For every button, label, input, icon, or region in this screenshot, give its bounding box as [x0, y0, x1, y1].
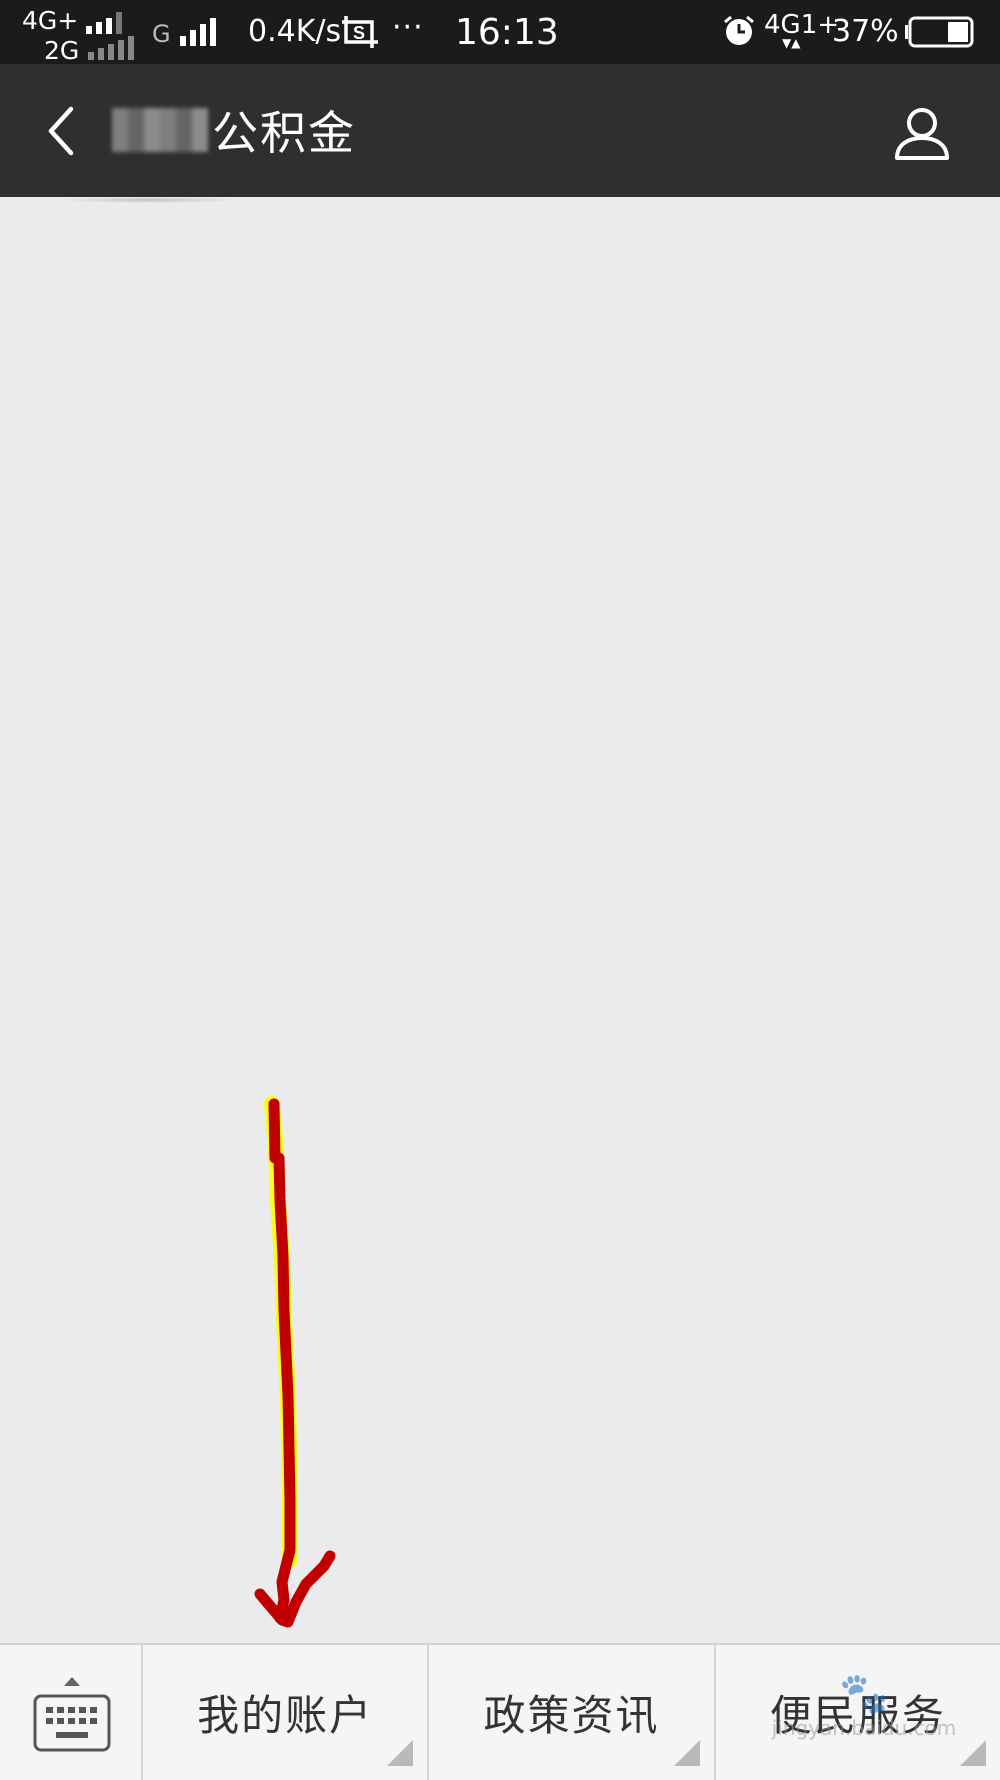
network-type-2: 2G: [44, 36, 80, 65]
signal-strength-2-icon: [88, 36, 134, 60]
network-type-4: 4G1+: [764, 10, 840, 40]
person-icon: [895, 108, 949, 160]
menu-item-label: 政策资讯: [483, 1691, 660, 1740]
more-notifications-icon: ···: [392, 10, 424, 45]
battery-icon: [905, 16, 974, 48]
menu-item-public-services[interactable]: 便民服务: [716, 1645, 1000, 1780]
nav-bar: 公积金: [0, 64, 1000, 197]
redacted-title-prefix: [112, 108, 208, 152]
chevron-left-icon: [48, 106, 74, 156]
alarm-icon: [724, 15, 754, 45]
status-bar: 4G+ 2G G 0.4K/s S ··· 16:13 4G1+ ▼▲ 37%: [0, 0, 1000, 65]
page-title-wrap: 公积金: [112, 100, 356, 160]
back-button[interactable]: [30, 96, 90, 166]
bottom-menu: 我的账户 政策资讯 便民服务: [0, 1643, 1000, 1780]
keyboard-icon: [33, 1694, 111, 1752]
menu-item-policy-news[interactable]: 政策资讯: [429, 1645, 716, 1780]
submenu-corner-icon: [959, 1740, 986, 1766]
screenshot-icon: S: [342, 16, 378, 48]
signal-strength-3-icon: [180, 18, 216, 46]
clock: 16:13: [455, 12, 559, 53]
network-type-1: 4G+: [22, 6, 79, 35]
submenu-corner-icon: [387, 1740, 414, 1766]
submenu-corner-icon: [673, 1740, 700, 1766]
data-activity-icon: ▼▲: [782, 36, 801, 50]
profile-button[interactable]: [888, 102, 956, 166]
svg-text:S: S: [353, 23, 365, 43]
chat-content-area: [0, 197, 1000, 1643]
keyboard-toggle-button[interactable]: [0, 1645, 143, 1780]
caret-up-icon: [64, 1677, 80, 1686]
menu-item-label: 我的账户: [197, 1691, 374, 1740]
page-title: 公积金: [212, 106, 356, 160]
menu-item-label: 便民服务: [769, 1691, 946, 1740]
battery-percent: 37%: [832, 14, 899, 49]
network-speed: 0.4K/s: [248, 14, 342, 49]
menu-item-my-account[interactable]: 我的账户: [143, 1645, 430, 1780]
signal-strength-icon: [86, 12, 122, 34]
network-type-3: G: [152, 20, 171, 48]
